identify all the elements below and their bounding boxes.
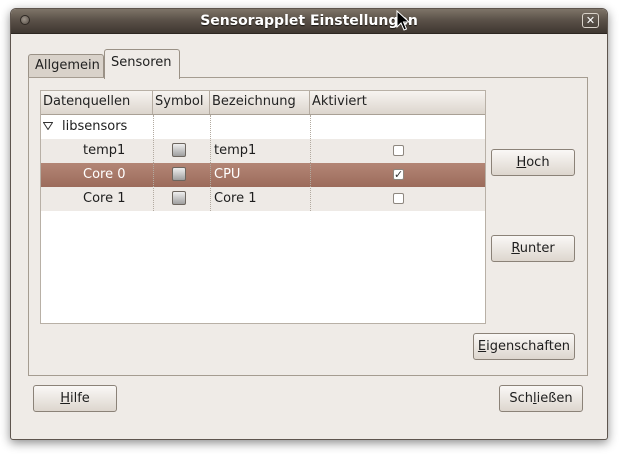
table-row[interactable]: temp1 temp1 bbox=[41, 139, 485, 163]
enabled-checkbox[interactable] bbox=[393, 145, 404, 156]
move-up-button[interactable]: Hoch bbox=[491, 149, 575, 176]
tab-sensoren[interactable]: Sensoren bbox=[104, 49, 180, 79]
window-title: Sensorapplet Einstellungen bbox=[200, 13, 418, 29]
tab-allgemein[interactable]: Allgemein bbox=[28, 54, 104, 78]
source-cell: temp1 bbox=[83, 143, 126, 158]
chip-icon[interactable] bbox=[172, 143, 186, 157]
label-cell[interactable]: Core 1 bbox=[214, 187, 257, 211]
expander-down-icon[interactable] bbox=[43, 122, 53, 130]
button-label: ilfe bbox=[69, 391, 90, 406]
mouse-pointer-icon bbox=[396, 10, 410, 31]
button-label: unter bbox=[519, 241, 555, 256]
button-label: ießen bbox=[536, 391, 573, 406]
mnemonic: H bbox=[516, 155, 527, 170]
column-header-bezeichnung[interactable]: Bezeichnung bbox=[210, 91, 310, 114]
column-header-symbol[interactable]: Symbol bbox=[153, 91, 210, 114]
move-down-button[interactable]: Runter bbox=[491, 235, 575, 262]
column-divider bbox=[310, 115, 311, 211]
properties-button[interactable]: Eigenschaften bbox=[473, 333, 575, 360]
column-divider bbox=[153, 115, 154, 211]
window-close-button[interactable]: ✕ bbox=[582, 13, 599, 28]
enabled-checkbox[interactable]: ✓ bbox=[393, 169, 404, 180]
tree-group-row[interactable]: libsensors bbox=[41, 115, 485, 139]
tree-header: Datenquellen Symbol Bezeichnung Aktivier… bbox=[41, 91, 485, 115]
mnemonic: E bbox=[477, 339, 487, 354]
mnemonic: R bbox=[511, 241, 520, 256]
preferences-dialog: Sensorapplet Einstellungen ✕ Allgemein S… bbox=[10, 8, 608, 440]
label-cell[interactable]: temp1 bbox=[214, 139, 256, 163]
mnemonic: H bbox=[60, 391, 70, 406]
label-cell[interactable]: CPU bbox=[214, 163, 240, 187]
column-divider bbox=[210, 115, 211, 211]
column-header-aktiviert[interactable]: Aktiviert bbox=[310, 91, 485, 114]
enabled-checkbox[interactable] bbox=[393, 193, 404, 204]
help-button[interactable]: Hilfe bbox=[33, 385, 117, 412]
chip-icon[interactable] bbox=[172, 191, 186, 205]
source-cell: Core 1 bbox=[83, 191, 126, 206]
close-button[interactable]: Schließen bbox=[499, 385, 583, 412]
column-header-datenquellen[interactable]: Datenquellen bbox=[41, 91, 153, 114]
table-row[interactable]: Core 1 Core 1 bbox=[41, 187, 485, 211]
table-row-selected[interactable]: Core 0 CPU ✓ bbox=[41, 163, 485, 187]
group-label: libsensors bbox=[62, 119, 128, 134]
button-label-prefix: Sch bbox=[509, 391, 533, 406]
chip-icon[interactable] bbox=[172, 167, 186, 181]
source-cell: Core 0 bbox=[83, 167, 126, 182]
button-label: och bbox=[526, 155, 550, 170]
sensor-tree-view[interactable]: Datenquellen Symbol Bezeichnung Aktivier… bbox=[40, 90, 486, 324]
titlebar[interactable]: Sensorapplet Einstellungen ✕ bbox=[11, 9, 607, 34]
button-label: igenschaften bbox=[486, 339, 571, 354]
